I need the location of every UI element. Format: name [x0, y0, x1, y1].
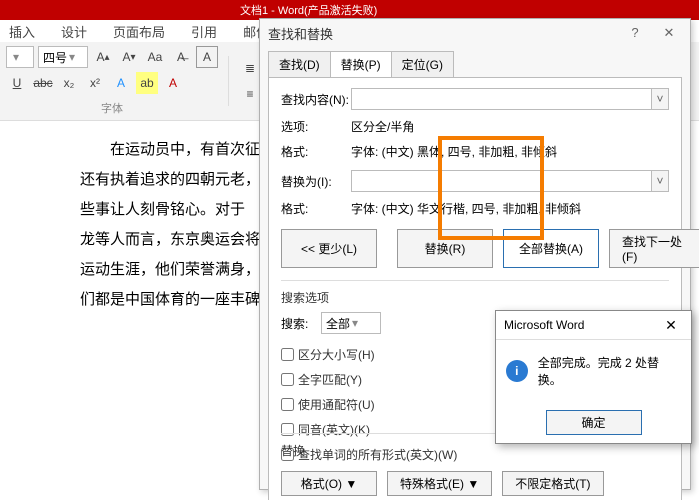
special-button[interactable]: 特殊格式(E) ▼	[387, 471, 492, 496]
titlebar-text: 文档1 - Word(产品激活失败)	[240, 2, 377, 18]
dialog-tabs: 查找(D) 替换(P) 定位(G)	[268, 51, 682, 77]
find-label: 查找内容(N):	[281, 91, 351, 108]
clear-format-icon[interactable]: A̶	[170, 46, 192, 68]
noformat-button[interactable]: 不限定格式(T)	[502, 471, 603, 496]
font-group-label: 字体	[6, 100, 218, 116]
ok-button[interactable]: 确定	[546, 410, 642, 435]
tab-replace[interactable]: 替换(P)	[330, 51, 392, 77]
highlight-icon[interactable]: ab	[136, 72, 158, 94]
tab-find[interactable]: 查找(D)	[268, 51, 331, 77]
font-color-icon[interactable]: A	[162, 72, 184, 94]
change-case-icon[interactable]: Aa	[144, 46, 166, 68]
separator	[228, 56, 229, 106]
find-next-button[interactable]: 查找下一处(F)	[609, 229, 699, 268]
find-input[interactable]: ˅	[351, 88, 669, 110]
replace-input[interactable]: ˅	[351, 170, 669, 192]
tab-design[interactable]: 设计	[57, 20, 91, 43]
help-icon[interactable]: ?	[622, 25, 648, 41]
search-direction-combo[interactable]: 全部▾	[321, 312, 381, 334]
less-button[interactable]: << 更少(L)	[281, 229, 377, 268]
msgbox-text: 全部完成。完成 2 处替换。	[538, 354, 681, 388]
options-value: 区分全/半角	[351, 118, 669, 135]
replace-label: 替换为(I):	[281, 173, 351, 190]
message-box: Microsoft Word ✕ i 全部完成。完成 2 处替换。 确定	[495, 310, 692, 444]
close-icon[interactable]: ✕	[659, 317, 683, 334]
chevron-down-icon[interactable]: ˅	[651, 89, 668, 109]
close-icon[interactable]: ✕	[656, 25, 682, 41]
tab-insert[interactable]: 插入	[5, 20, 39, 43]
replace-all-button[interactable]: 全部替换(A)	[503, 229, 599, 268]
replace-section-title: 替换	[281, 442, 669, 459]
dialog-title: 查找和替换	[268, 24, 333, 43]
underline-icon[interactable]: U	[6, 72, 28, 94]
font-name-combo[interactable]: ▾	[6, 46, 34, 68]
tab-goto[interactable]: 定位(G)	[391, 51, 454, 77]
chk-whole[interactable]: 全字匹配(Y)	[281, 371, 457, 388]
tab-layout[interactable]: 页面布局	[109, 20, 169, 43]
find-format-label: 格式:	[281, 143, 351, 160]
char-border-icon[interactable]: A	[196, 46, 218, 68]
chk-wild[interactable]: 使用通配符(U)	[281, 396, 457, 413]
replace-format-label: 格式:	[281, 200, 351, 217]
msgbox-titlebar[interactable]: Microsoft Word ✕	[496, 311, 691, 340]
superscript-icon[interactable]: x²	[84, 72, 106, 94]
bullets-icon[interactable]: ≣	[239, 57, 261, 79]
replace-format-value: 字体: (中文) 华文行楷, 四号, 非加粗, 非倾斜	[351, 200, 669, 217]
replace-button[interactable]: 替换(R)	[397, 229, 493, 268]
search-options-title: 搜索选项	[281, 289, 669, 306]
format-button[interactable]: 格式(O) ▼	[281, 471, 377, 496]
chk-case[interactable]: 区分大小写(H)	[281, 346, 457, 363]
shrink-font-icon[interactable]: A▾	[118, 46, 140, 68]
dialog-titlebar[interactable]: 查找和替换 ? ✕	[260, 19, 690, 47]
info-icon: i	[506, 360, 528, 382]
find-format-value: 字体: (中文) 黑体, 四号, 非加粗, 非倾斜	[351, 143, 669, 160]
font-size-combo[interactable]: 四号▾	[38, 46, 88, 68]
word-titlebar: 文档1 - Word(产品激活失败)	[0, 0, 699, 20]
font-group: ▾ 四号▾ A▴ A▾ Aa A̶ A U abc x₂ x² A ab A 字…	[6, 46, 218, 116]
text-effects-icon[interactable]: A	[110, 72, 132, 94]
tab-references[interactable]: 引用	[187, 20, 221, 43]
grow-font-icon[interactable]: A▴	[92, 46, 114, 68]
chevron-down-icon[interactable]: ˅	[651, 171, 668, 191]
align-left-icon[interactable]: ≡	[239, 83, 261, 105]
search-direction-label: 搜索:	[281, 315, 321, 332]
strike-icon[interactable]: abc	[32, 72, 54, 94]
msgbox-title-text: Microsoft Word	[504, 318, 584, 332]
subscript-icon[interactable]: x₂	[58, 72, 80, 94]
options-label: 选项:	[281, 118, 351, 135]
